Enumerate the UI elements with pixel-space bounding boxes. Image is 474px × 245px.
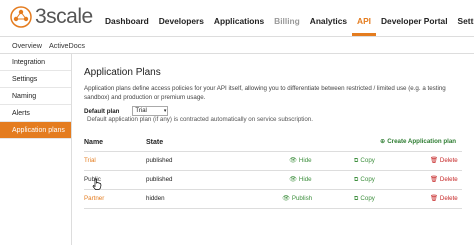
sub-nav: Overview ActiveDocs — [0, 36, 474, 54]
chevron-down-icon: ▾ — [163, 108, 167, 114]
plan-name-link[interactable]: Trial — [84, 152, 96, 169]
hide-label: Hide — [298, 157, 312, 164]
eye-icon: 👁 — [289, 157, 297, 164]
copy-icon: ⧉ — [354, 176, 359, 183]
create-application-plan-button[interactable]: ⊕ Create Application plan — [380, 138, 456, 145]
plan-state: hidden — [146, 195, 165, 202]
trash-icon: 🗑 — [430, 176, 438, 183]
trash-icon: 🗑 — [430, 157, 438, 164]
copy-icon: ⧉ — [354, 195, 359, 202]
delete-button[interactable]: 🗑 Delete — [430, 171, 458, 188]
copy-button[interactable]: ⧉ Copy — [354, 171, 375, 188]
brand-name: 3scale — [35, 5, 93, 28]
trash-icon: 🗑 — [430, 195, 438, 202]
default-plan-row: Default plan Trial ▾ — [84, 106, 169, 116]
publish-label: Publish — [291, 195, 313, 202]
table-divider — [84, 208, 462, 209]
nav-settings[interactable]: Settings — [453, 0, 474, 36]
plan-name-link[interactable]: Partner — [84, 190, 104, 207]
delete-label: Delete — [439, 176, 458, 183]
create-application-plan-label: Create Application plan — [387, 138, 457, 145]
hide-button[interactable]: 👁 Hide — [289, 171, 312, 188]
eye-icon: 👁 — [282, 195, 290, 202]
page-title: Application Plans — [84, 67, 161, 78]
nav-analytics[interactable]: Analytics — [305, 0, 352, 36]
delete-button[interactable]: 🗑 Delete — [430, 152, 458, 169]
copy-label: Copy — [360, 195, 375, 202]
nav-billing[interactable]: Billing — [269, 0, 305, 36]
brand-logo[interactable]: 3scale — [9, 5, 93, 29]
sidebar-item-settings[interactable]: Settings — [0, 71, 71, 88]
sidebar: Integration Settings Naming Alerts Appli… — [0, 54, 72, 245]
eye-icon: 👁 — [289, 176, 297, 183]
copy-button[interactable]: ⧉ Copy — [354, 152, 375, 169]
hide-label: Hide — [298, 176, 312, 183]
default-plan-value: Trial — [135, 108, 147, 114]
nav-developer-portal[interactable]: Developer Portal — [376, 0, 453, 36]
plus-circle-icon: ⊕ — [380, 138, 386, 145]
nav-api[interactable]: API — [352, 0, 376, 36]
column-header-name: Name — [84, 139, 104, 146]
nav-dashboard[interactable]: Dashboard — [100, 0, 154, 36]
subnav-activedocs[interactable]: ActiveDocs — [49, 41, 92, 50]
3scale-logo-icon — [9, 5, 33, 29]
copy-label: Copy — [360, 157, 375, 164]
hand-pointer-icon — [92, 177, 102, 190]
nav-applications[interactable]: Applications — [209, 0, 269, 36]
copy-label: Copy — [360, 176, 375, 183]
hide-button[interactable]: 👁 Hide — [289, 152, 312, 169]
sidebar-item-naming[interactable]: Naming — [0, 88, 71, 105]
sidebar-item-alerts[interactable]: Alerts — [0, 105, 71, 122]
table-row: Public published 👁 Hide ⧉ Copy 🗑 Delete — [84, 171, 462, 188]
publish-button[interactable]: 👁 Publish — [282, 190, 312, 207]
top-header: 3scale Dashboard Developers Applications… — [0, 0, 474, 36]
nav-developers[interactable]: Developers — [154, 0, 209, 36]
plan-state: published — [146, 157, 173, 164]
sidebar-item-integration[interactable]: Integration — [0, 54, 71, 71]
delete-label: Delete — [439, 195, 458, 202]
default-plan-hint: Default application plan (if any) is con… — [87, 116, 313, 123]
plan-state: published — [146, 176, 173, 183]
table-row: Trial published 👁 Hide ⧉ Copy 🗑 Delete — [84, 152, 462, 169]
page-description: Application plans define access policies… — [84, 85, 446, 101]
delete-button[interactable]: 🗑 Delete — [430, 190, 458, 207]
subnav-overview[interactable]: Overview — [0, 41, 49, 50]
sidebar-item-application-plans[interactable]: Application plans — [0, 122, 71, 139]
column-header-state: State — [146, 139, 164, 146]
delete-label: Delete — [439, 157, 458, 164]
copy-button[interactable]: ⧉ Copy — [354, 190, 375, 207]
table-row: Partner hidden 👁 Publish ⧉ Copy 🗑 Delete — [84, 190, 462, 207]
default-plan-label: Default plan — [84, 107, 120, 115]
copy-icon: ⧉ — [354, 157, 359, 164]
default-plan-select[interactable]: Trial ▾ — [132, 106, 169, 116]
main-nav: Dashboard Developers Applications Billin… — [100, 0, 474, 36]
